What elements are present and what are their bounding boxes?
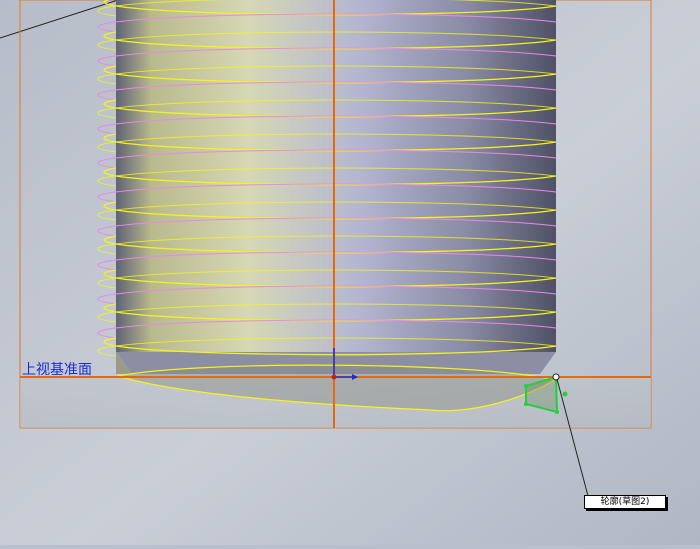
plane-label[interactable]: 上视基准面 — [22, 359, 92, 379]
profile-callout[interactable]: 轮廓(草图2) — [584, 495, 666, 509]
cad-viewport[interactable]: 上视基准面 轮廓(草图2) — [0, 0, 700, 545]
model-graphics — [0, 0, 700, 545]
cylinder-body — [116, 0, 556, 352]
